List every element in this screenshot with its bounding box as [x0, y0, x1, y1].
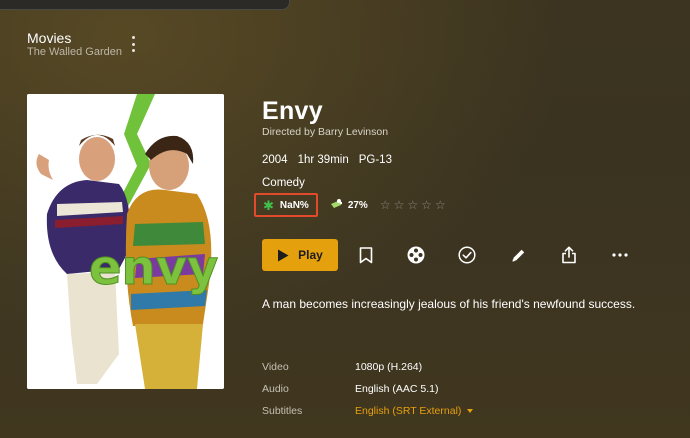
subtitles-label: Subtitles: [262, 405, 303, 417]
play-icon: [278, 249, 289, 261]
critic-rating-highlight: ✱ NaN%: [254, 193, 318, 217]
subtitles-dropdown[interactable]: English (SRT External): [355, 405, 474, 417]
chevron-down-icon: [467, 409, 474, 413]
audio-label: Audio: [262, 383, 289, 395]
more-actions-icon[interactable]: [611, 246, 629, 264]
audio-row: Audio English (AAC 5.1): [262, 378, 473, 400]
action-bar: Play: [262, 239, 629, 271]
movie-title: Envy: [262, 97, 323, 125]
play-button[interactable]: Play: [262, 239, 338, 271]
audience-rating-value: 27%: [347, 199, 368, 211]
movie-runtime: 1hr 39min: [297, 154, 349, 166]
movie-summary: A man becomes increasingly jealous of hi…: [262, 297, 636, 311]
popcorn-spilled-icon: [330, 198, 343, 212]
library-title: Movies: [27, 30, 72, 46]
movie-year: 2004: [262, 154, 288, 166]
play-label: Play: [298, 248, 323, 262]
movie-content-rating: PG-13: [358, 154, 392, 166]
movie-genre[interactable]: Comedy: [262, 177, 305, 189]
star-icon[interactable]: ☆: [435, 199, 446, 211]
poster-title-text: envy: [89, 240, 218, 296]
audio-value: English (AAC 5.1): [355, 383, 439, 395]
film-reel-icon[interactable]: [407, 246, 425, 264]
movie-meta: 2004 1hr 39min PG-13: [262, 154, 392, 166]
edit-pencil-icon[interactable]: [509, 246, 527, 264]
critic-rating-value: NaN%: [279, 199, 309, 211]
subtitles-value: English (SRT External): [355, 405, 462, 417]
poster-artwork: envy: [27, 94, 224, 389]
movie-director[interactable]: Directed by Barry Levinson: [262, 126, 388, 138]
rotten-tomatoes-splat-icon: ✱: [263, 197, 274, 213]
movie-poster[interactable]: envy: [27, 94, 224, 389]
mark-watched-icon[interactable]: [458, 246, 476, 264]
share-icon[interactable]: [560, 246, 578, 264]
top-search-bar[interactable]: [0, 0, 290, 10]
media-info: Video 1080p (H.264) Audio English (AAC 5…: [262, 356, 474, 422]
more-options-icon[interactable]: [129, 36, 137, 52]
video-label: Video: [262, 361, 289, 373]
star-icon[interactable]: ☆: [380, 199, 391, 211]
star-icon[interactable]: ☆: [421, 199, 432, 211]
subtitles-row: Subtitles English (SRT External): [262, 400, 474, 422]
library-subtitle: The Walled Garden: [27, 46, 122, 58]
user-star-rating[interactable]: ☆ ☆ ☆ ☆ ☆: [380, 199, 446, 211]
bookmark-icon[interactable]: [357, 246, 375, 264]
audience-rating: 27%: [330, 198, 368, 212]
video-value: 1080p (H.264): [355, 361, 423, 373]
star-icon[interactable]: ☆: [394, 199, 405, 211]
ratings-row: ✱ NaN% 27% ☆ ☆ ☆ ☆ ☆: [254, 193, 446, 217]
video-row: Video 1080p (H.264): [262, 356, 473, 378]
star-icon[interactable]: ☆: [407, 199, 418, 211]
